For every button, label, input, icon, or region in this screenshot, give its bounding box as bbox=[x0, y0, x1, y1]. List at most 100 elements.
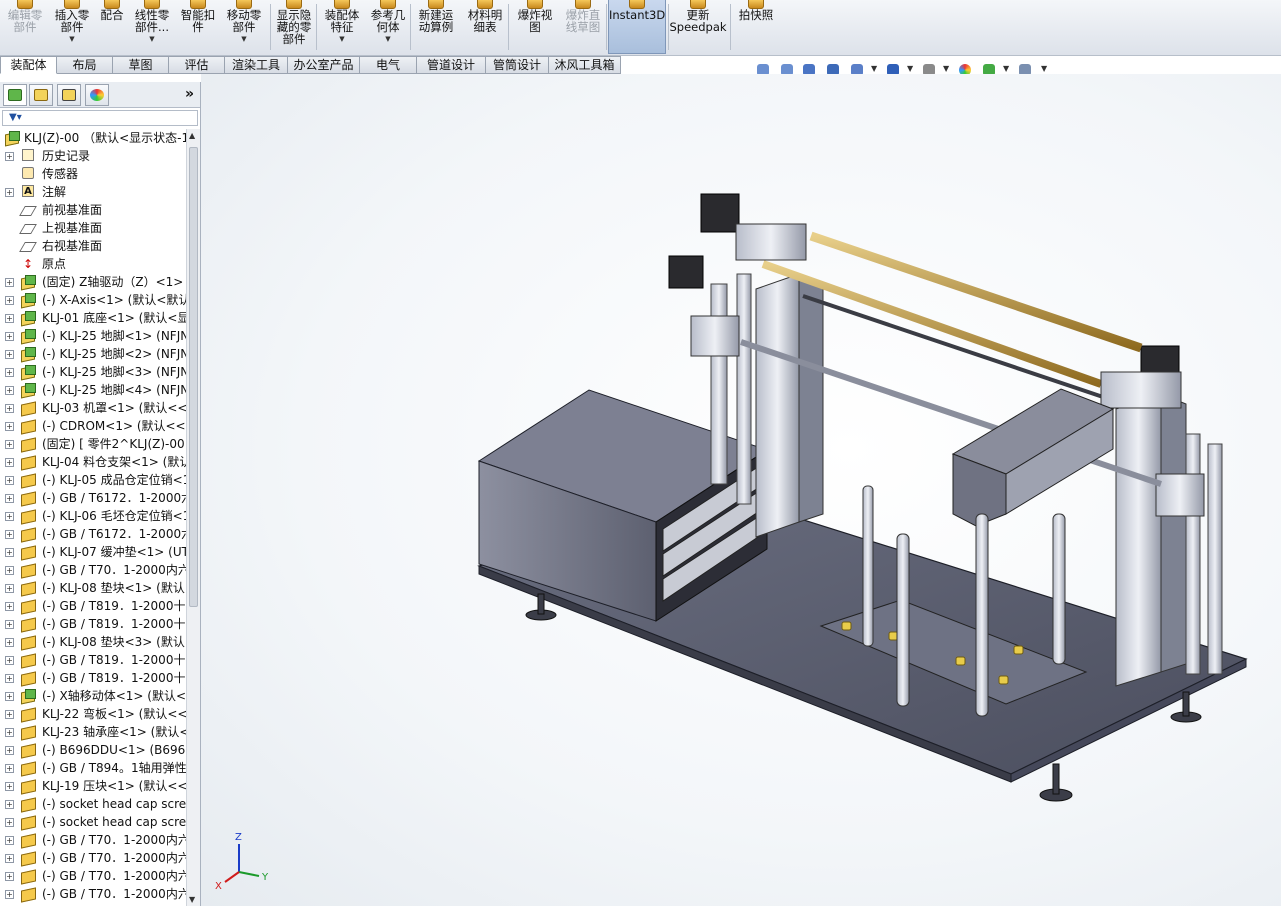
expand-toggle-icon[interactable]: + bbox=[5, 368, 14, 377]
expand-toggle-icon[interactable]: + bbox=[5, 746, 14, 755]
tab-8[interactable]: 管筒设计 bbox=[486, 56, 549, 74]
tree-scrollbar[interactable]: ▲ ▼ bbox=[186, 129, 200, 906]
tree-node[interactable]: + KLJ-01 底座<1> (默认<显 bbox=[0, 309, 186, 327]
toolbar-dropdown-arrow-icon[interactable]: ▼ bbox=[1041, 64, 1047, 73]
ribbon-button-13[interactable]: Instant3D bbox=[608, 0, 666, 54]
tab-1[interactable]: 布局 bbox=[57, 56, 113, 74]
dropdown-arrow-icon[interactable]: ▼ bbox=[366, 33, 410, 45]
tree-node[interactable]: + (-) KLJ-25 地脚<2> (NFJN bbox=[0, 345, 186, 363]
ribbon-button-9[interactable]: 新建运 动算例 bbox=[412, 0, 460, 54]
expand-toggle-icon[interactable]: + bbox=[5, 764, 14, 773]
tree-node[interactable]: + KLJ-23 轴承座<1> (默认< bbox=[0, 723, 186, 741]
ribbon-button-0[interactable]: 编辑零 部件 bbox=[2, 0, 48, 54]
scroll-down-arrow-icon[interactable]: ▼ bbox=[189, 895, 195, 904]
tree-node[interactable]: + A 注解 bbox=[0, 183, 186, 201]
ribbon-button-11[interactable]: 爆炸视 图 bbox=[512, 0, 558, 54]
tree-node[interactable]: + (-) KLJ-25 地脚<3> (NFJN bbox=[0, 363, 186, 381]
expand-toggle-icon[interactable]: + bbox=[5, 188, 14, 197]
expand-toggle-icon[interactable]: + bbox=[5, 674, 14, 683]
expand-toggle-icon[interactable]: + bbox=[5, 638, 14, 647]
ribbon-button-14[interactable]: 更新 Speedpak bbox=[668, 0, 728, 54]
tab-7[interactable]: 管道设计 bbox=[417, 56, 486, 74]
scroll-up-arrow-icon[interactable]: ▲ bbox=[189, 131, 195, 140]
tree-node[interactable]: + (-) B696DDU<1> (B696D bbox=[0, 741, 186, 759]
tree-node[interactable]: + (-) GB / T819．1-2000十字 bbox=[0, 615, 186, 633]
ribbon-button-6[interactable]: 显示隐 藏的零 部件 bbox=[272, 0, 316, 54]
tree-node[interactable]: + (-) GB / T819．1-2000十字 bbox=[0, 597, 186, 615]
ribbon-button-7[interactable]: 装配体 特征 ▼ bbox=[320, 0, 364, 54]
tree-node[interactable]: + (固定) Z轴驱动（Z）<1>（ bbox=[0, 273, 186, 291]
tree-node[interactable]: + (-) GB / T70．1-2000内六 bbox=[0, 885, 186, 903]
toolbar-dropdown-arrow-icon[interactable]: ▼ bbox=[907, 64, 913, 73]
tree-root-node[interactable]: KLJ(Z)-00 （默认<显示状态-1> bbox=[0, 129, 186, 147]
dropdown-arrow-icon[interactable]: ▼ bbox=[222, 33, 266, 45]
tree-node[interactable]: + (-) GB / T70．1-2000内六 bbox=[0, 561, 186, 579]
graphics-area[interactable]: Z Y X bbox=[201, 74, 1281, 906]
tree-node[interactable]: 传感器 bbox=[0, 165, 186, 183]
configuration-manager-tab[interactable] bbox=[57, 84, 81, 106]
tree-node[interactable]: + (-) GB / T894。1轴用弹性 bbox=[0, 759, 186, 777]
expand-toggle-icon[interactable]: + bbox=[5, 818, 14, 827]
tab-3[interactable]: 评估 bbox=[169, 56, 225, 74]
expand-toggle-icon[interactable]: + bbox=[5, 314, 14, 323]
expand-toggle-icon[interactable]: + bbox=[5, 782, 14, 791]
tree-node[interactable]: + (-) GB / T70．1-2000内六 bbox=[0, 849, 186, 867]
tree-node[interactable]: + KLJ-19 压块<1> (默认<<影 bbox=[0, 777, 186, 795]
tree-node[interactable]: + (-) GB / T819．1-2000十字 bbox=[0, 651, 186, 669]
tree-node[interactable]: + (固定) [ 零件2^KLJ(Z)-00 ] bbox=[0, 435, 186, 453]
tree-node[interactable]: + (-) GB / T70．1-2000内六 bbox=[0, 867, 186, 885]
tree-node[interactable]: + (-) GB / T6172．1-2000六 bbox=[0, 525, 186, 543]
expand-toggle-icon[interactable]: + bbox=[5, 620, 14, 629]
tree-node[interactable]: + (-) KLJ-25 地脚<1> (NFJN bbox=[0, 327, 186, 345]
display-manager-tab[interactable] bbox=[85, 84, 109, 106]
expand-toggle-icon[interactable]: + bbox=[5, 656, 14, 665]
tree-node[interactable]: + (-) CDROM<1> (默认<<默 bbox=[0, 417, 186, 435]
tree-node[interactable]: + (-) X轴移动体<1> (默认<显 bbox=[0, 687, 186, 705]
more-tabs-chevron[interactable]: » bbox=[185, 86, 194, 102]
expand-toggle-icon[interactable]: + bbox=[5, 584, 14, 593]
expand-toggle-icon[interactable]: + bbox=[5, 152, 14, 161]
tree-node[interactable]: + KLJ-22 弯板<1> (默认<<影 bbox=[0, 705, 186, 723]
ribbon-button-5[interactable]: 移动零 部件 ▼ bbox=[222, 0, 266, 54]
tree-node[interactable]: + (-) GB / T819．1-2000十字 bbox=[0, 669, 186, 687]
ribbon-button-8[interactable]: 参考几 何体 ▼ bbox=[366, 0, 410, 54]
expand-toggle-icon[interactable]: + bbox=[5, 386, 14, 395]
tree-node[interactable]: 右视基准面 bbox=[0, 237, 186, 255]
ribbon-button-3[interactable]: 线性零 部件... ▼ bbox=[130, 0, 174, 54]
assembly-model-view[interactable]: Z Y X bbox=[201, 74, 1281, 906]
ribbon-button-10[interactable]: 材料明 细表 bbox=[462, 0, 508, 54]
toolbar-dropdown-arrow-icon[interactable]: ▼ bbox=[943, 64, 949, 73]
tree-node[interactable]: + (-) KLJ-06 毛坯仓定位销<1 bbox=[0, 507, 186, 525]
tree-node[interactable]: 原点 bbox=[0, 255, 186, 273]
tree-node[interactable]: + (-) GB / T6172．1-2000六 bbox=[0, 489, 186, 507]
expand-toggle-icon[interactable]: + bbox=[5, 800, 14, 809]
expand-toggle-icon[interactable]: + bbox=[5, 692, 14, 701]
expand-toggle-icon[interactable]: + bbox=[5, 854, 14, 863]
tree-node[interactable]: + KLJ-04 料仓支架<1> (默认 bbox=[0, 453, 186, 471]
tree-node[interactable]: + (-) KLJ-08 垫块<1> (默认 bbox=[0, 579, 186, 597]
expand-toggle-icon[interactable]: + bbox=[5, 296, 14, 305]
expand-toggle-icon[interactable]: + bbox=[5, 494, 14, 503]
toolbar-dropdown-arrow-icon[interactable]: ▼ bbox=[1003, 64, 1009, 73]
expand-toggle-icon[interactable]: + bbox=[5, 548, 14, 557]
tree-node[interactable]: + (-) socket head cap screw bbox=[0, 813, 186, 831]
tab-2[interactable]: 草图 bbox=[113, 56, 169, 74]
ribbon-button-2[interactable]: 配合 bbox=[96, 0, 128, 54]
tree-node[interactable]: + (-) KLJ-05 成品仓定位销<1 bbox=[0, 471, 186, 489]
tree-filter[interactable]: ▼▾ bbox=[2, 110, 198, 126]
tree-node[interactable]: + (-) KLJ-08 垫块<3> (默认 bbox=[0, 633, 186, 651]
expand-toggle-icon[interactable]: + bbox=[5, 530, 14, 539]
tab-5[interactable]: 办公室产品 bbox=[288, 56, 360, 74]
tab-6[interactable]: 电气 bbox=[360, 56, 417, 74]
tree-node[interactable]: + KLJ-03 机罩<1> (默认<<影 bbox=[0, 399, 186, 417]
filter-icon[interactable]: ▼▾ bbox=[9, 112, 22, 123]
expand-toggle-icon[interactable]: + bbox=[5, 332, 14, 341]
expand-toggle-icon[interactable]: + bbox=[5, 710, 14, 719]
property-manager-tab[interactable] bbox=[29, 84, 53, 106]
expand-toggle-icon[interactable]: + bbox=[5, 890, 14, 899]
expand-toggle-icon[interactable]: + bbox=[5, 278, 14, 287]
dropdown-arrow-icon[interactable]: ▼ bbox=[50, 33, 94, 45]
toolbar-dropdown-arrow-icon[interactable]: ▼ bbox=[871, 64, 877, 73]
expand-toggle-icon[interactable]: + bbox=[5, 728, 14, 737]
feature-tree-tab[interactable] bbox=[3, 84, 27, 106]
